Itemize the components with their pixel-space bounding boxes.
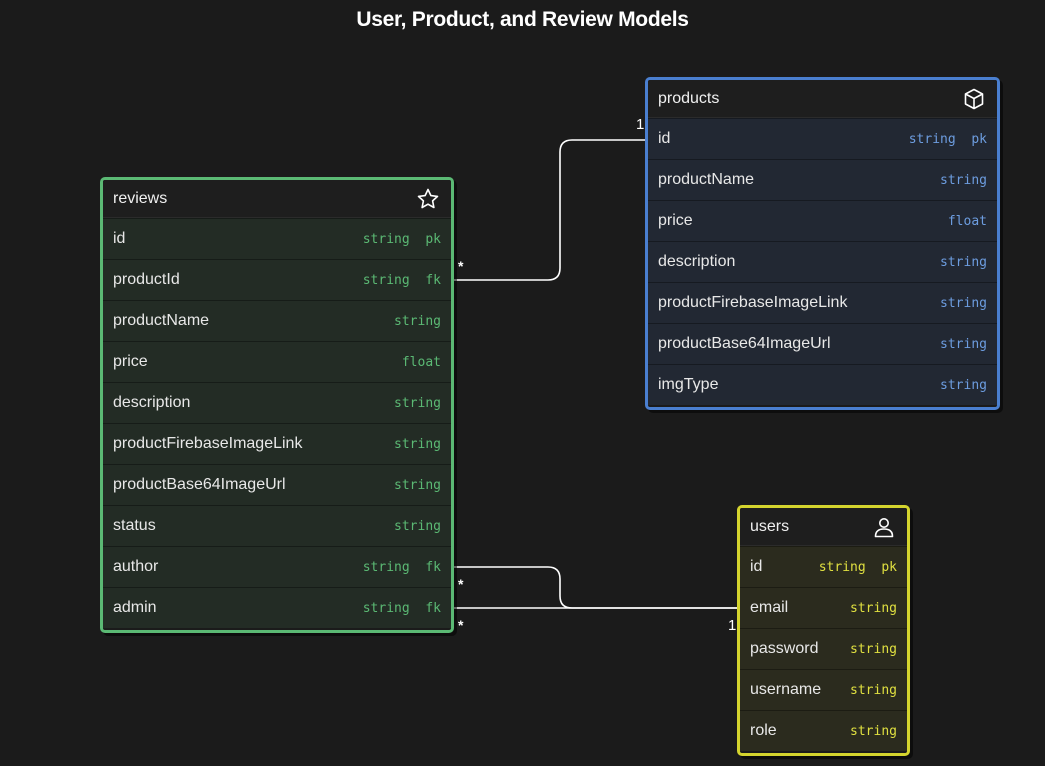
field-type: string <box>940 172 987 188</box>
entity-users[interactable]: users id string pk email string password stri… <box>737 505 910 756</box>
star-icon <box>415 186 441 212</box>
field-list: id string pk productName string price float de… <box>648 118 997 405</box>
field-name: productBase64ImageUrl <box>113 476 286 493</box>
field-name: productFirebaseImageLink <box>113 435 303 452</box>
field-row-productfirebaseimagelink[interactable]: productFirebaseImageLink string <box>648 282 997 323</box>
field-row-productid[interactable]: productId string fk <box>103 259 451 300</box>
field-type: string <box>940 254 987 270</box>
entity-reviews[interactable]: reviews id string pk productId string fk pro… <box>100 177 454 633</box>
cardinality-author-users-one: 1 <box>728 617 737 634</box>
field-row-id[interactable]: id string pk <box>740 546 907 587</box>
cardinality-productid-many: * <box>458 258 464 274</box>
field-name: productBase64ImageUrl <box>658 335 831 352</box>
entity-name: reviews <box>113 189 168 207</box>
field-type: string <box>850 682 897 698</box>
field-name: description <box>658 253 736 270</box>
cardinality-products-one: 1 <box>636 116 645 133</box>
field-row-description[interactable]: description string <box>103 382 451 423</box>
field-name: productFirebaseImageLink <box>658 294 848 311</box>
field-row-author[interactable]: author string fk <box>103 546 451 587</box>
field-type: float <box>401 354 441 370</box>
field-name: role <box>750 722 777 739</box>
field-row-productbase64imageurl[interactable]: productBase64ImageUrl string <box>648 323 997 364</box>
field-name: admin <box>113 599 157 616</box>
field-row-role[interactable]: role string <box>740 710 907 751</box>
field-row-id[interactable]: id string pk <box>103 218 451 259</box>
field-name: productName <box>113 312 210 329</box>
field-name: status <box>113 517 156 534</box>
field-row-price[interactable]: price float <box>648 200 997 241</box>
field-row-email[interactable]: email string <box>740 587 907 628</box>
field-type: string fk <box>362 600 441 616</box>
field-type: string fk <box>362 272 441 288</box>
field-type: string <box>940 295 987 311</box>
field-name: productId <box>113 271 180 288</box>
field-name: productName <box>658 171 755 188</box>
field-name: author <box>113 558 159 575</box>
field-type: string <box>940 336 987 352</box>
entity-name: users <box>750 517 790 535</box>
cube-icon <box>961 86 987 112</box>
field-name: price <box>113 353 148 370</box>
user-icon <box>871 514 897 540</box>
cardinality-author-many: * <box>458 576 464 592</box>
diagram-title: User, Product, and Review Models <box>356 8 689 31</box>
field-name: password <box>750 640 819 657</box>
entity-header: products <box>648 80 997 118</box>
field-row-id[interactable]: id string pk <box>648 118 997 159</box>
cardinality-admin-many: * <box>458 617 464 633</box>
field-type: string <box>850 641 897 657</box>
field-type: string <box>394 518 441 534</box>
field-type: string <box>940 377 987 393</box>
field-type: string pk <box>908 131 987 147</box>
field-row-imgtype[interactable]: imgType string <box>648 364 997 405</box>
field-name: id <box>658 130 671 147</box>
field-type: string <box>394 477 441 493</box>
field-row-price[interactable]: price float <box>103 341 451 382</box>
field-row-productfirebaseimagelink[interactable]: productFirebaseImageLink string <box>103 423 451 464</box>
field-row-productname[interactable]: productName string <box>648 159 997 200</box>
field-list: id string pk email string password string user… <box>740 546 907 751</box>
field-row-productbase64imageurl[interactable]: productBase64ImageUrl string <box>103 464 451 505</box>
field-name: id <box>113 230 126 247</box>
field-type: string <box>850 600 897 616</box>
field-type: string <box>394 436 441 452</box>
entity-products[interactable]: products id string pk productName string pri… <box>645 77 1000 410</box>
field-type: string <box>394 395 441 411</box>
field-name: id <box>750 558 763 575</box>
field-row-status[interactable]: status string <box>103 505 451 546</box>
field-type: string <box>394 313 441 329</box>
field-list: id string pk productId string fk productName… <box>103 218 451 628</box>
field-row-admin[interactable]: admin string fk <box>103 587 451 628</box>
field-row-description[interactable]: description string <box>648 241 997 282</box>
field-name: imgType <box>658 376 719 393</box>
field-name: username <box>750 681 822 698</box>
field-row-username[interactable]: username string <box>740 669 907 710</box>
field-name: price <box>658 212 693 229</box>
field-row-productname[interactable]: productName string <box>103 300 451 341</box>
field-type: string <box>850 723 897 739</box>
field-name: email <box>750 599 789 616</box>
relationship-author-users <box>451 566 742 609</box>
field-row-password[interactable]: password string <box>740 628 907 669</box>
entity-header: users <box>740 508 907 546</box>
field-type: string fk <box>362 559 441 575</box>
entity-name: products <box>658 89 720 107</box>
entity-header: reviews <box>103 180 451 218</box>
field-type: string pk <box>362 231 441 247</box>
relationship-productid-products <box>451 139 652 281</box>
field-type: string pk <box>818 559 897 575</box>
field-type: float <box>947 213 987 229</box>
field-name: description <box>113 394 191 411</box>
